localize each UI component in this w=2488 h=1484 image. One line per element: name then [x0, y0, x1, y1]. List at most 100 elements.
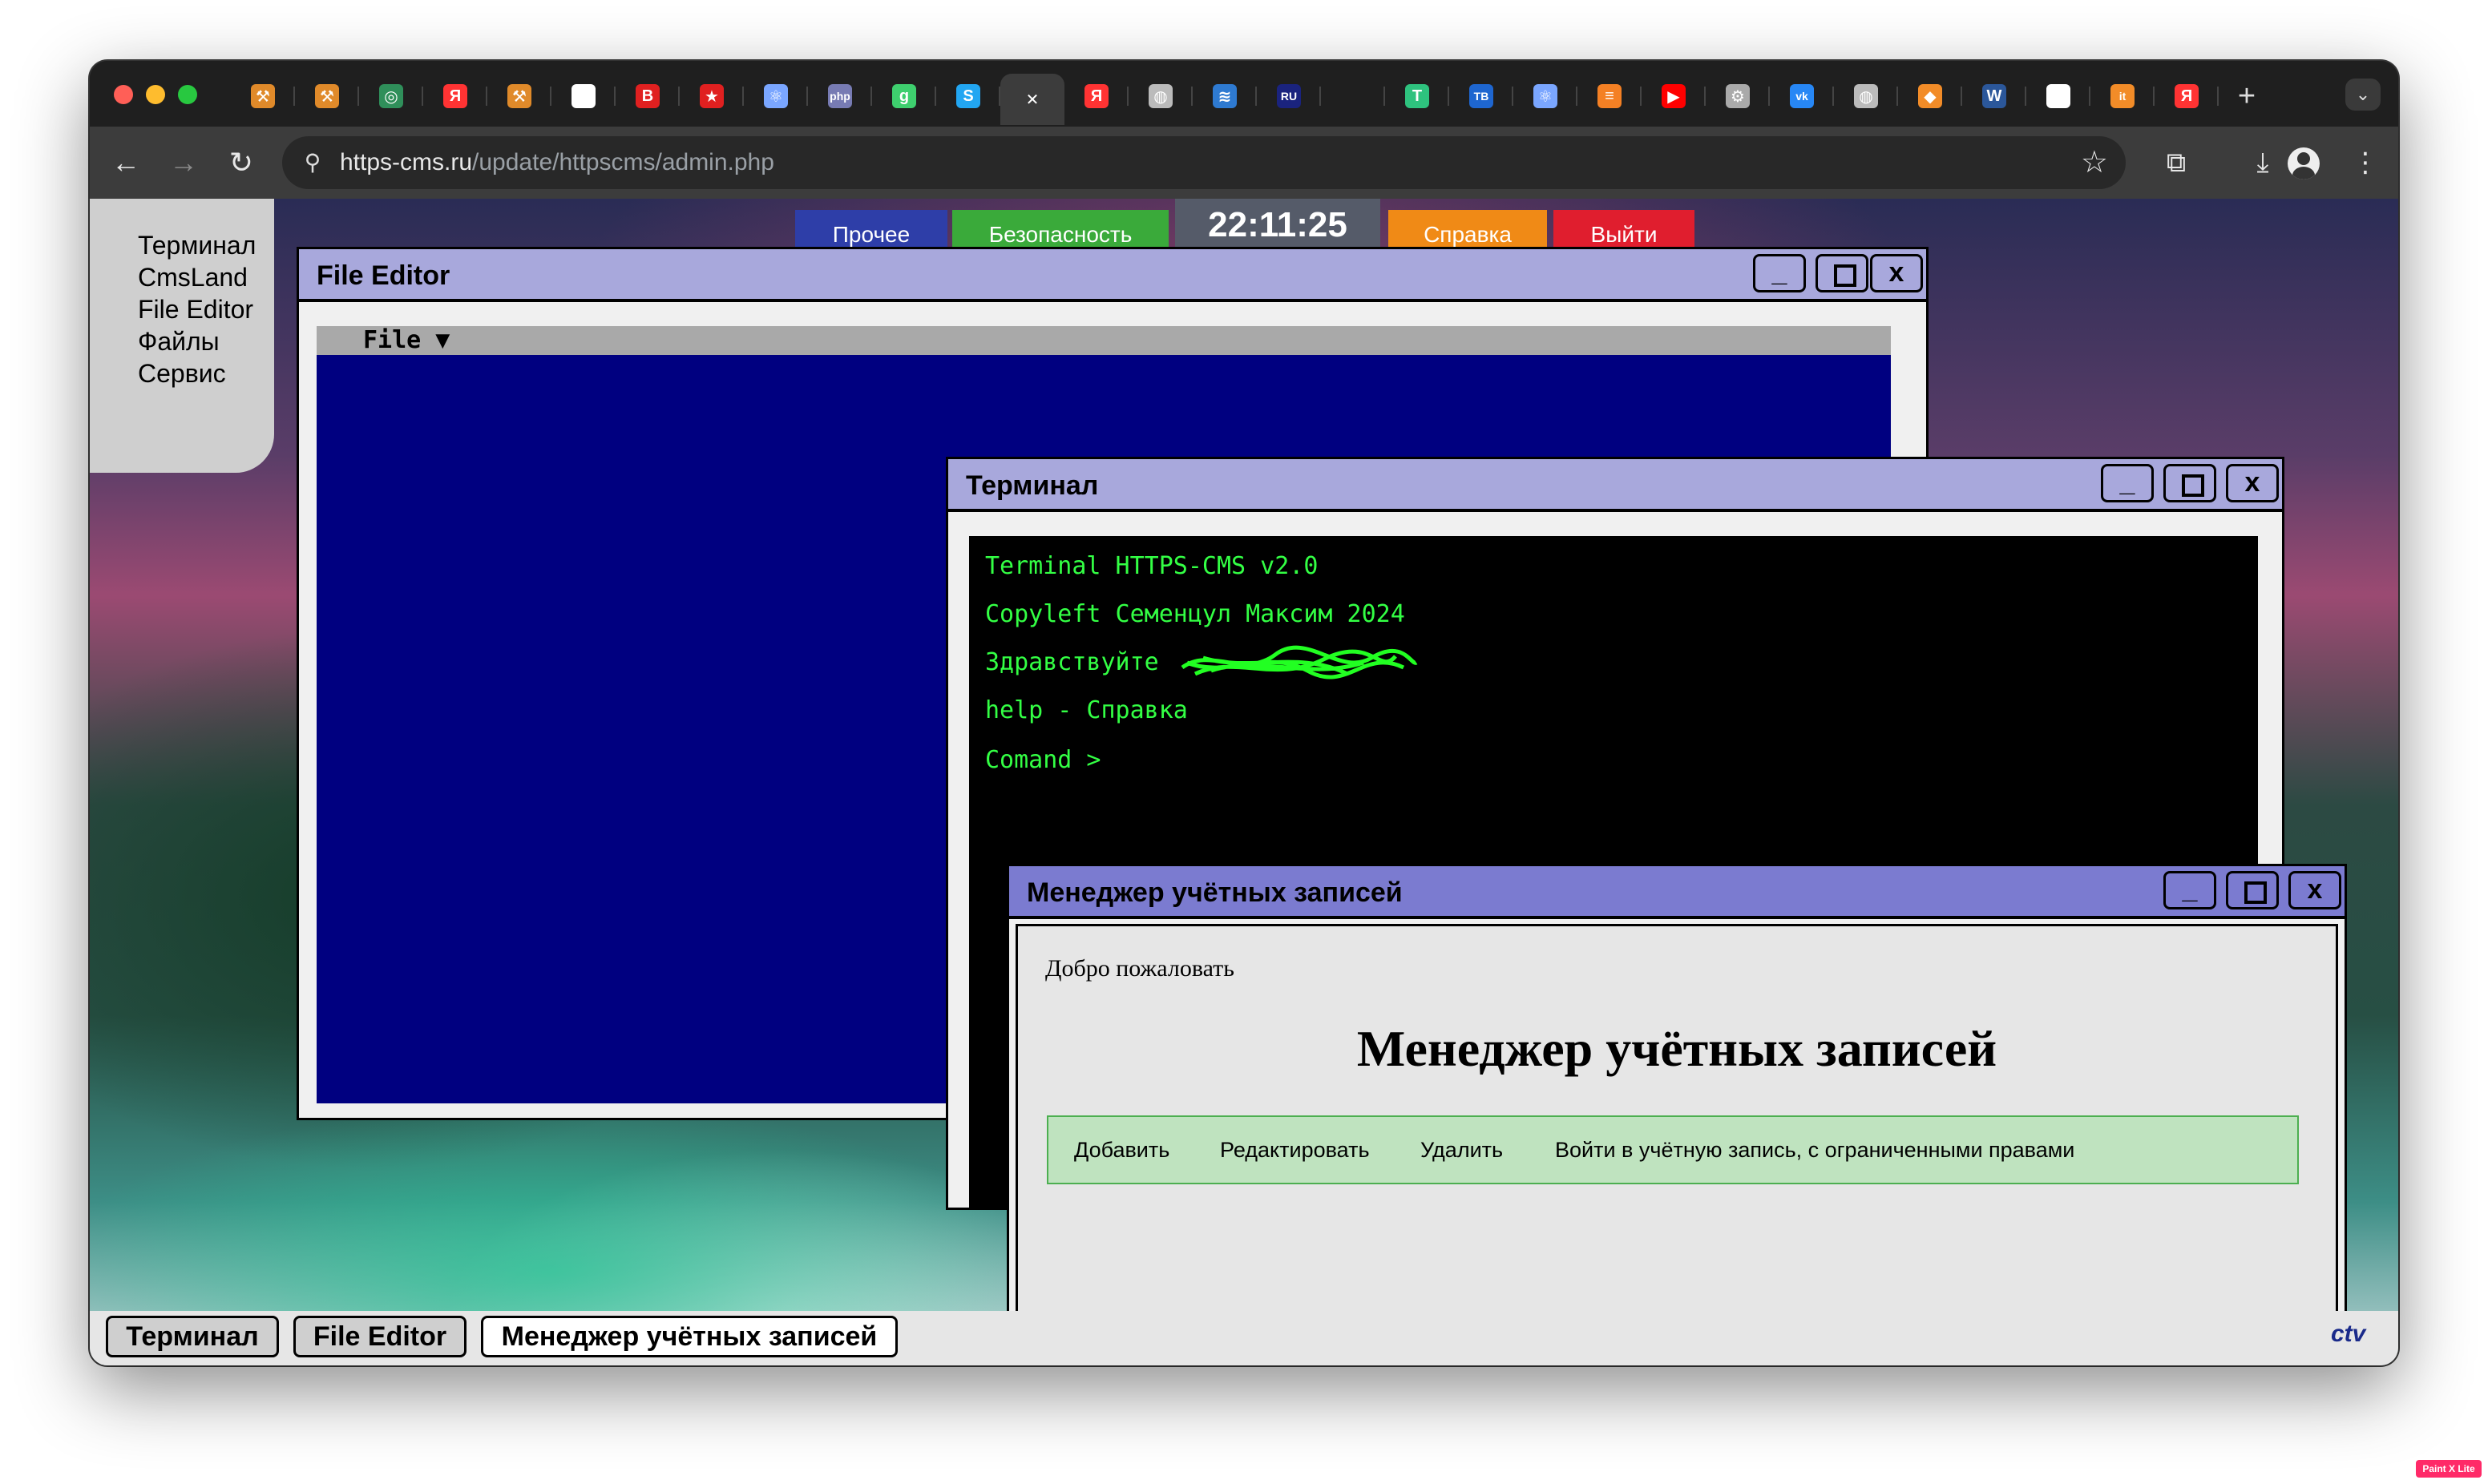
browser-tab[interactable]: it: [2090, 74, 2155, 119]
terminal-line: Здравствуйте: [985, 648, 1159, 676]
actions-bar: Добавить Редактировать Удалить Войти в у…: [1047, 1115, 2299, 1184]
browser-tab[interactable]: T: [1385, 74, 1449, 119]
close-button[interactable]: x: [1870, 254, 1923, 292]
bookmark-star-icon[interactable]: ☆: [2081, 144, 2108, 180]
browser-tab[interactable]: Я: [1064, 74, 1129, 119]
browser-tab[interactable]: ⚒: [231, 74, 295, 119]
edit-account-link[interactable]: Редактировать: [1220, 1138, 1370, 1163]
left-menu-item-service[interactable]: Сервис: [138, 359, 226, 389]
molecule-icon: ⚛: [764, 84, 788, 108]
browser-tab[interactable]: ≡: [1577, 74, 1642, 119]
account-manager-window[interactable]: Менеджер учётных записей _ x Добро пожал…: [1007, 864, 2347, 1365]
browser-tab[interactable]: ★: [680, 74, 744, 119]
close-window-button[interactable]: [114, 85, 133, 104]
b-icon: B: [636, 84, 660, 108]
taskbar-item-file-editor[interactable]: File Editor: [293, 1316, 466, 1357]
browser-tab[interactable]: ◆: [1898, 74, 1962, 119]
left-menu-item-terminal[interactable]: Терминал: [138, 231, 256, 260]
toolbar: ← → ↻ ⚲ https-cms.ru/update/httpscms/adm…: [90, 127, 2398, 199]
browser-tab[interactable]: vk: [1770, 74, 1834, 119]
browser-tab[interactable]: TB: [1449, 74, 1513, 119]
browser-tab[interactable]: ⚛: [744, 74, 808, 119]
browser-tab[interactable]: ✕: [1000, 74, 1064, 125]
taskbar-item-terminal[interactable]: Терминал: [106, 1316, 279, 1357]
maximize-button[interactable]: [1816, 254, 1868, 292]
terminal-line: Copyleft Семенцул Максим 2024: [985, 600, 1405, 628]
browser-tab[interactable]: ▶: [1642, 74, 1706, 119]
back-arrow-icon[interactable]: ←: [107, 144, 144, 181]
minimize-button[interactable]: _: [2163, 871, 2216, 909]
download-icon[interactable]: ⤓: [2244, 144, 2281, 181]
browser-tab[interactable]: ◍: [1129, 74, 1193, 119]
terminal-line: help - Справка: [985, 696, 1188, 724]
blank-icon: [1341, 84, 1365, 108]
delete-account-link[interactable]: Удалить: [1420, 1138, 1503, 1163]
window-title: Терминал: [966, 470, 1099, 501]
browser-tab[interactable]: ≋: [1193, 74, 1257, 119]
orange-circle-icon: it: [2110, 84, 2135, 108]
minimize-button[interactable]: _: [1753, 254, 1806, 292]
taskbar-item-account-manager[interactable]: Менеджер учётных записей: [481, 1316, 898, 1357]
menu-button-other[interactable]: Прочее: [795, 210, 947, 248]
window-title: Менеджер учётных записей: [1027, 877, 1403, 908]
hammer-icon: ⚒: [507, 84, 531, 108]
file-editor-titlebar[interactable]: File Editor _ x: [299, 249, 1926, 302]
url-text[interactable]: https-cms.ru/update/httpscms/admin.php: [340, 149, 774, 176]
reload-icon[interactable]: ↻: [223, 144, 260, 181]
browser-tab[interactable]: Я: [423, 74, 487, 119]
profile-avatar[interactable]: [2288, 147, 2320, 179]
login-restricted-link[interactable]: Войти в учётную запись, с ограниченными …: [1555, 1138, 2074, 1163]
browser-tab[interactable]: ◎: [359, 74, 423, 119]
left-menu-item-cmsland[interactable]: CmsLand: [138, 263, 248, 292]
kebab-menu-icon[interactable]: ⋮: [2347, 144, 2384, 181]
forward-arrow-icon[interactable]: →: [165, 144, 202, 181]
add-account-link[interactable]: Добавить: [1074, 1138, 1169, 1163]
browser-tab[interactable]: php: [808, 74, 872, 119]
terminal-prompt[interactable]: Comand >: [985, 746, 1101, 774]
minimize-window-button[interactable]: [146, 85, 165, 104]
browser-tab[interactable]: Я: [2155, 74, 2219, 119]
file-menu[interactable]: File ▼: [363, 326, 450, 354]
green-app-icon: ◎: [379, 84, 403, 108]
menu-button-security[interactable]: Безопасность: [952, 210, 1169, 248]
menu-button-logout[interactable]: Выйти: [1553, 210, 1694, 248]
minimize-button[interactable]: _: [2101, 464, 2154, 502]
browser-tab[interactable]: S: [936, 74, 1000, 119]
browser-tab[interactable]: ɡ: [872, 74, 936, 119]
tabs: ⚒ ⚒ ◎ Я ⚒ ✦ B ★ ⚛ php ɡ S ✕ Я ◍ ≋ RU T TB ⚛ ≡ ▶ ⚙ vk ◍ ◆ W ✎ it Я +: [231, 72, 2350, 125]
browser-tab[interactable]: ✦: [551, 74, 616, 119]
globe-icon: ◍: [1149, 84, 1173, 108]
hammer-icon: ⚒: [251, 84, 275, 108]
page-viewport: Терминал CmsLand File Editor Файлы Серви…: [90, 199, 2398, 1365]
extensions-puzzle-icon[interactable]: ⧉: [2158, 144, 2195, 181]
molecule-icon: ⚛: [1533, 84, 1557, 108]
browser-tab[interactable]: ✎: [2026, 74, 2090, 119]
doc-icon: ✎: [2046, 84, 2070, 108]
left-menu-item-files[interactable]: Файлы: [138, 327, 220, 357]
tab-strip: ⚒ ⚒ ◎ Я ⚒ ✦ B ★ ⚛ php ɡ S ✕ Я ◍ ≋ RU T TB ⚛ ≡ ▶ ⚙ vk ◍ ◆ W ✎ it Я + ⌄: [90, 61, 2398, 127]
zoom-window-button[interactable]: [178, 85, 197, 104]
site-settings-icon[interactable]: ⚲: [298, 148, 327, 177]
browser-tab[interactable]: ⚒: [295, 74, 359, 119]
browser-tab[interactable]: W: [1962, 74, 2026, 119]
terminal-titlebar[interactable]: Терминал _ x: [948, 459, 2282, 512]
maximize-button[interactable]: [2226, 871, 2279, 909]
menu-button-help[interactable]: Справка: [1388, 210, 1547, 248]
browser-tab[interactable]: ⚛: [1513, 74, 1577, 119]
maximize-button[interactable]: [2163, 464, 2216, 502]
browser-tab[interactable]: RU: [1257, 74, 1321, 119]
close-button[interactable]: x: [2226, 464, 2279, 502]
word-icon: W: [1982, 84, 2006, 108]
browser-tab[interactable]: [1321, 74, 1385, 119]
welcome-text: Добро пожаловать: [1045, 955, 1234, 982]
left-menu-item-file-editor[interactable]: File Editor: [138, 295, 253, 325]
browser-tab[interactable]: ◍: [1834, 74, 1898, 119]
address-bar[interactable]: ⚲ https-cms.ru/update/httpscms/admin.php…: [282, 136, 2126, 189]
close-button[interactable]: x: [2288, 871, 2341, 909]
browser-tab[interactable]: ⚙: [1706, 74, 1770, 119]
new-tab-plus-icon[interactable]: +: [2219, 79, 2275, 114]
browser-tab[interactable]: ⚒: [487, 74, 551, 119]
tab-search-chevron-icon[interactable]: ⌄: [2345, 79, 2381, 111]
account-manager-titlebar[interactable]: Менеджер учётных записей _ x: [1009, 866, 2345, 919]
browser-tab[interactable]: B: [616, 74, 680, 119]
